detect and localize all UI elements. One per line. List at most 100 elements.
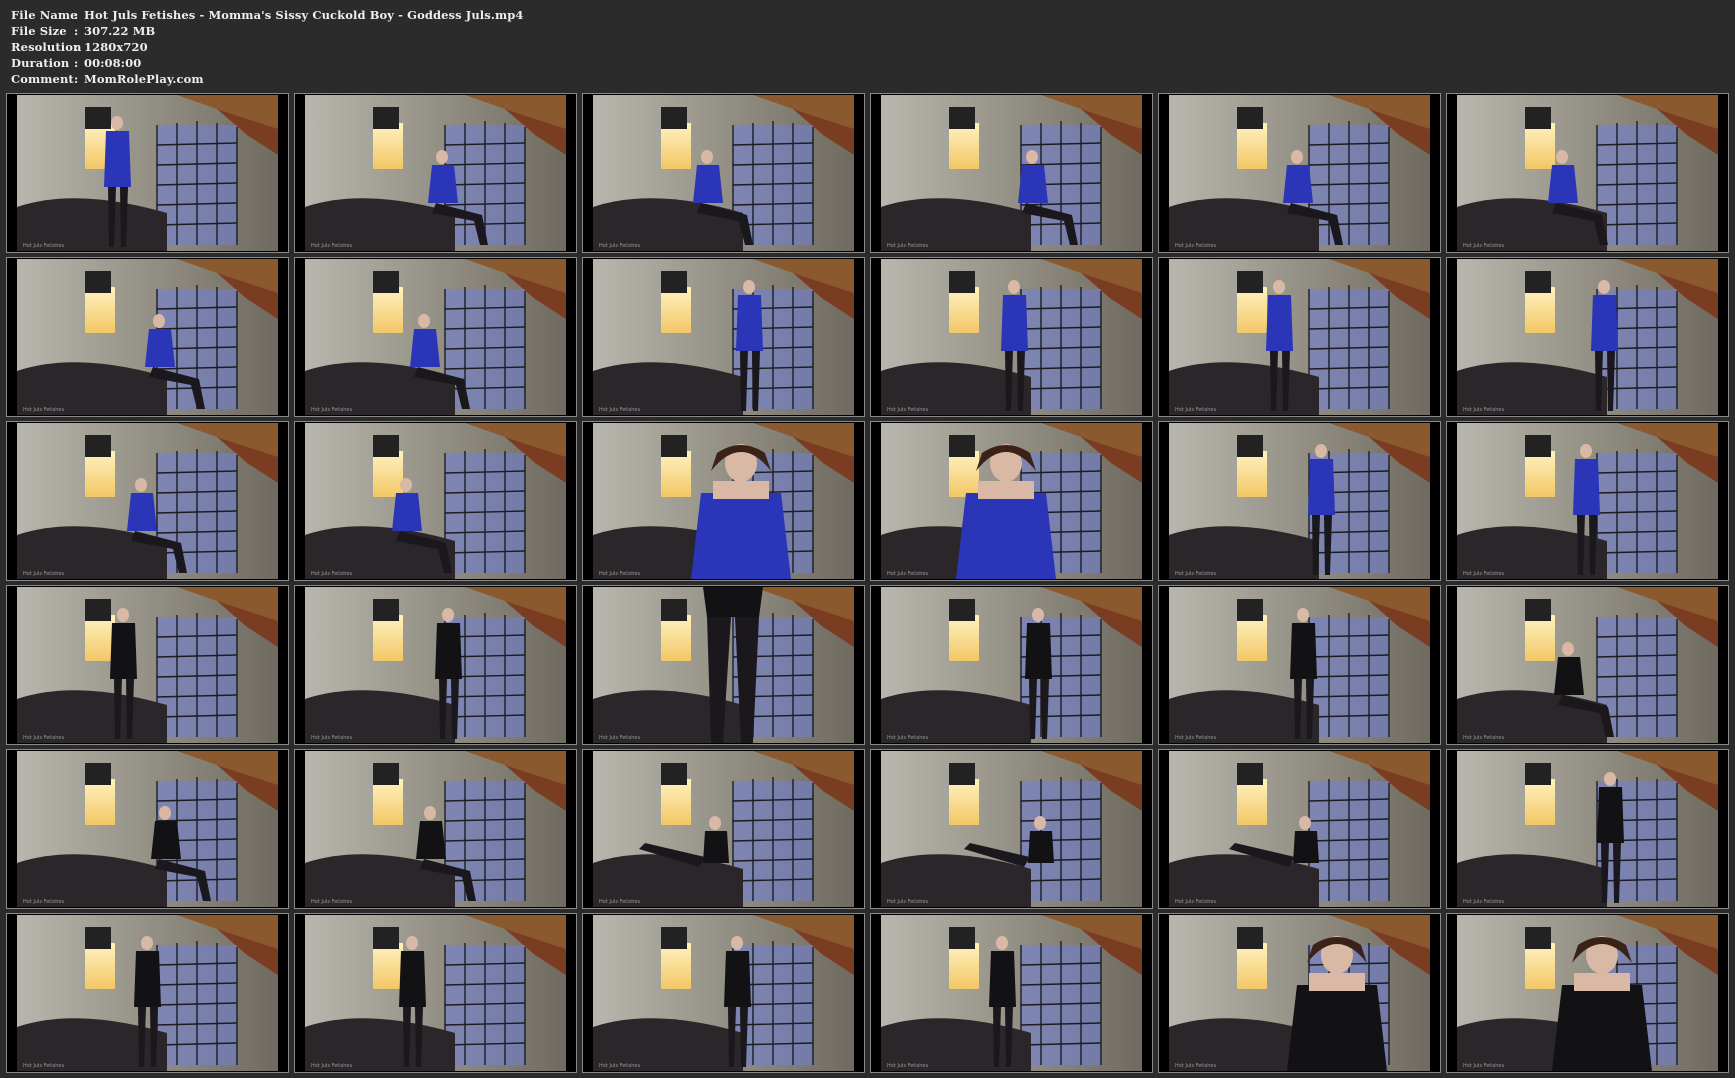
info-key: File Name [11,8,78,22]
thumbnail-watermark: Hot Juls Fetishes [1463,243,1505,249]
thumbnail-frame[interactable]: Hot Juls Fetishes [1158,257,1441,417]
thumbnail-frame[interactable]: Hot Juls Fetishes [294,421,577,581]
thumbnail-frame[interactable]: Hot Juls Fetishes [582,913,865,1073]
thumbnail-frame[interactable]: Hot Juls Fetishes [870,585,1153,745]
thumbnail-watermark: Hot Juls Fetishes [23,407,65,413]
thumbnail-frame[interactable]: Hot Juls Fetishes [294,913,577,1073]
thumbnail-watermark: Hot Juls Fetishes [1463,735,1505,741]
info-row: File Name: Hot Juls Fetishes - Momma's Si… [11,7,523,23]
thumbnail-watermark: Hot Juls Fetishes [887,407,929,413]
thumbnail-image: Hot Juls Fetishes [1457,587,1718,743]
thumbnail-image: Hot Juls Fetishes [1169,587,1430,743]
thumbnail-watermark: Hot Juls Fetishes [311,571,353,577]
thumbnail-image: Hot Juls Fetishes [1169,259,1430,415]
thumbnail-watermark: Hot Juls Fetishes [311,899,353,905]
thumbnail-frame[interactable]: Hot Juls Fetishes [1446,913,1729,1073]
thumbnail-image: Hot Juls Fetishes [593,95,854,251]
info-row: Resolution:1280x720 [11,39,523,55]
thumbnail-watermark: Hot Juls Fetishes [599,735,641,741]
thumbnail-watermark: Hot Juls Fetishes [1463,1063,1505,1069]
thumbnail-frame[interactable]: Hot Juls Fetishes [1158,749,1441,909]
info-row: Duration:00:08:00 [11,55,523,71]
info-separator: : [74,8,79,22]
thumbnail-image: Hot Juls Fetishes [17,95,278,251]
thumbnail-watermark: Hot Juls Fetishes [1175,1063,1217,1069]
thumbnail-image: Hot Juls Fetishes [17,587,278,743]
thumbnail-image: Hot Juls Fetishes [305,915,566,1071]
thumbnail-image: Hot Juls Fetishes [1169,95,1430,251]
thumbnail-frame[interactable]: Hot Juls Fetishes [6,749,289,909]
thumbnail-image: Hot Juls Fetishes [17,751,278,907]
info-value: 1280x720 [84,40,148,54]
thumbnail-frame[interactable]: Hot Juls Fetishes [582,93,865,253]
thumbnail-frame[interactable]: Hot Juls Fetishes [582,585,865,745]
thumbnail-frame[interactable]: Hot Juls Fetishes [870,421,1153,581]
thumbnail-frame[interactable]: Hot Juls Fetishes [6,421,289,581]
thumbnail-image: Hot Juls Fetishes [17,915,278,1071]
thumbnail-watermark: Hot Juls Fetishes [23,571,65,577]
thumbnail-watermark: Hot Juls Fetishes [1175,571,1217,577]
thumbnail-image: Hot Juls Fetishes [1457,915,1718,1071]
thumbnail-watermark: Hot Juls Fetishes [311,1063,353,1069]
thumbnail-frame[interactable]: Hot Juls Fetishes [582,421,865,581]
file-info-panel: File Name: Hot Juls Fetishes - Momma's Si… [11,7,523,87]
thumbnail-frame[interactable]: Hot Juls Fetishes [294,585,577,745]
info-separator: : [74,40,79,54]
thumbnail-watermark: Hot Juls Fetishes [887,735,929,741]
thumbnail-watermark: Hot Juls Fetishes [1175,899,1217,905]
thumbnail-frame[interactable]: Hot Juls Fetishes [1158,913,1441,1073]
thumbnail-watermark: Hot Juls Fetishes [1175,243,1217,249]
thumbnail-frame[interactable]: Hot Juls Fetishes [6,913,289,1073]
thumbnail-frame[interactable]: Hot Juls Fetishes [870,257,1153,417]
thumbnail-frame[interactable]: Hot Juls Fetishes [1446,421,1729,581]
thumbnail-frame[interactable]: Hot Juls Fetishes [1446,257,1729,417]
thumbnail-watermark: Hot Juls Fetishes [1175,735,1217,741]
thumbnail-image: Hot Juls Fetishes [1169,423,1430,579]
thumbnail-frame[interactable]: Hot Juls Fetishes [294,257,577,417]
thumbnail-frame[interactable]: Hot Juls Fetishes [6,93,289,253]
thumbnail-frame[interactable]: Hot Juls Fetishes [6,257,289,417]
thumbnail-frame[interactable]: Hot Juls Fetishes [870,93,1153,253]
thumbnail-watermark: Hot Juls Fetishes [599,243,641,249]
thumbnail-watermark: Hot Juls Fetishes [1175,407,1217,413]
thumbnail-frame[interactable]: Hot Juls Fetishes [582,749,865,909]
thumbnail-frame[interactable]: Hot Juls Fetishes [1446,93,1729,253]
thumbnail-watermark: Hot Juls Fetishes [311,243,353,249]
thumbnail-watermark: Hot Juls Fetishes [1463,407,1505,413]
thumbnail-frame[interactable]: Hot Juls Fetishes [1158,585,1441,745]
thumbnail-frame[interactable]: Hot Juls Fetishes [1158,421,1441,581]
thumbnail-image: Hot Juls Fetishes [1457,423,1718,579]
thumbnail-image: Hot Juls Fetishes [593,915,854,1071]
thumbnail-watermark: Hot Juls Fetishes [599,899,641,905]
thumbnail-image: Hot Juls Fetishes [881,95,1142,251]
thumbnail-frame[interactable]: Hot Juls Fetishes [1446,585,1729,745]
thumbnail-image: Hot Juls Fetishes [881,259,1142,415]
info-value: MomRolePlay.com [84,72,204,86]
info-key: Resolution [11,40,82,54]
thumbnail-watermark: Hot Juls Fetishes [23,735,65,741]
thumbnail-image: Hot Juls Fetishes [593,751,854,907]
thumbnail-image: Hot Juls Fetishes [1457,259,1718,415]
thumbnail-image: Hot Juls Fetishes [1457,751,1718,907]
info-value: 00:08:00 [84,56,142,70]
thumbnail-frame[interactable]: Hot Juls Fetishes [1446,749,1729,909]
thumbnail-image: Hot Juls Fetishes [1169,751,1430,907]
thumbnail-image: Hot Juls Fetishes [305,423,566,579]
thumbnail-watermark: Hot Juls Fetishes [887,571,929,577]
thumbnail-watermark: Hot Juls Fetishes [23,243,65,249]
thumbnail-image: Hot Juls Fetishes [305,259,566,415]
thumbnail-image: Hot Juls Fetishes [305,587,566,743]
thumbnail-frame[interactable]: Hot Juls Fetishes [6,585,289,745]
thumbnail-frame[interactable]: Hot Juls Fetishes [870,749,1153,909]
thumbnail-image: Hot Juls Fetishes [593,259,854,415]
thumbnail-frame[interactable]: Hot Juls Fetishes [1158,93,1441,253]
info-value: 307.22 MB [84,24,156,38]
thumbnail-frame[interactable]: Hot Juls Fetishes [582,257,865,417]
info-row: Comment: MomRolePlay.com [11,71,523,87]
thumbnail-frame[interactable]: Hot Juls Fetishes [870,913,1153,1073]
thumbnail-frame[interactable]: Hot Juls Fetishes [294,749,577,909]
info-value: Hot Juls Fetishes - Momma's Sissy Cuckol… [84,8,524,22]
thumbnail-frame[interactable]: Hot Juls Fetishes [294,93,577,253]
thumbnail-image: Hot Juls Fetishes [593,423,854,579]
thumbnail-image: Hot Juls Fetishes [305,95,566,251]
